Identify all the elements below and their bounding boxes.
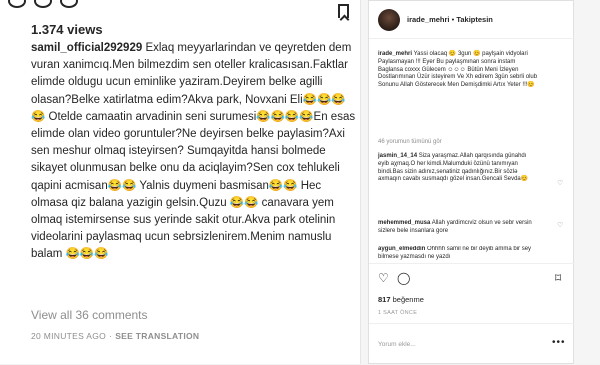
heart-icon[interactable]: ♡: [557, 222, 564, 229]
heart-icon[interactable]: ♡: [557, 180, 564, 187]
following-label[interactable]: Takiptesin: [456, 15, 493, 24]
load-all-comments-link[interactable]: 46 yorumun tümünü gör: [378, 139, 442, 145]
comment-username[interactable]: samil_official292929: [31, 42, 142, 54]
meta-separator: ·: [109, 331, 113, 341]
likes-number[interactable]: 817: [378, 295, 391, 304]
action-icons-row: [8, 0, 128, 8]
comment-text: Exlaq meyyarlarindan ve qeyretden dem vu…: [31, 42, 356, 261]
comment-screenshot-panel: 1.374 views samil_official292929 Exlaq m…: [0, 0, 361, 364]
comment-body: samil_official292929 Exlaq meyyarlarinda…: [31, 40, 356, 264]
post-author[interactable]: irade_mehri: [407, 15, 450, 24]
avatar[interactable]: [378, 9, 400, 31]
comment-icon[interactable]: [34, 0, 52, 8]
share-icon[interactable]: [60, 0, 78, 8]
comment-user[interactable]: mehemmed_musa: [378, 220, 430, 226]
likes-count: 817 beğenme: [378, 295, 424, 304]
list-item: aygun_elmeddin Ohhhh samil ne bir deyib …: [378, 246, 538, 262]
views-count: 1.374 views: [31, 22, 103, 37]
post-caption: irade_mehri Yassi olacaq 😊 3gun 😊 paylşa…: [378, 51, 538, 90]
like-heart-icon[interactable]: ♡: [378, 272, 390, 284]
add-comment-input[interactable]: [378, 338, 538, 350]
post-author-row: irade_mehri • Takiptesin: [407, 15, 493, 24]
comment-meta: 20 MINUTES AGO · SEE TRANSLATION: [31, 331, 199, 341]
likes-label: beğenme: [392, 295, 424, 304]
list-item: jasmin_14_14 Siza yaraşmaz.Allah qarqısı…: [378, 153, 538, 184]
more-options-icon[interactable]: •••: [552, 337, 566, 348]
bookmark-icon[interactable]: ⌑: [555, 272, 567, 284]
post-actions-bar: ♡ ◯ ⌑: [369, 263, 575, 289]
add-comment-bar: •••: [369, 323, 575, 365]
post-header: irade_mehri • Takiptesin: [369, 1, 575, 39]
comment-user[interactable]: aygun_elmeddin: [378, 246, 425, 252]
screenshot-frame: 1.374 views samil_official292929 Exlaq m…: [0, 0, 600, 364]
caption-username[interactable]: irade_mehri: [378, 51, 412, 57]
see-translation-link[interactable]: SEE TRANSLATION: [115, 331, 199, 341]
heart-icon[interactable]: [8, 0, 26, 8]
comment-user[interactable]: jasmin_14_14: [378, 153, 417, 159]
instagram-post-panel: irade_mehri • Takiptesin irade_mehri Yas…: [368, 0, 575, 365]
bookmark-icon[interactable]: [338, 4, 349, 18]
comment-icon[interactable]: ◯: [397, 272, 410, 284]
view-all-comments-link[interactable]: View all 36 comments: [31, 308, 148, 322]
list-item: mehemmed_musa Allah yardimcıviz olsun ve…: [378, 220, 538, 236]
post-time: 1 SAAT ÖNCE: [378, 310, 418, 316]
time-ago: 20 MINUTES AGO: [31, 331, 107, 341]
